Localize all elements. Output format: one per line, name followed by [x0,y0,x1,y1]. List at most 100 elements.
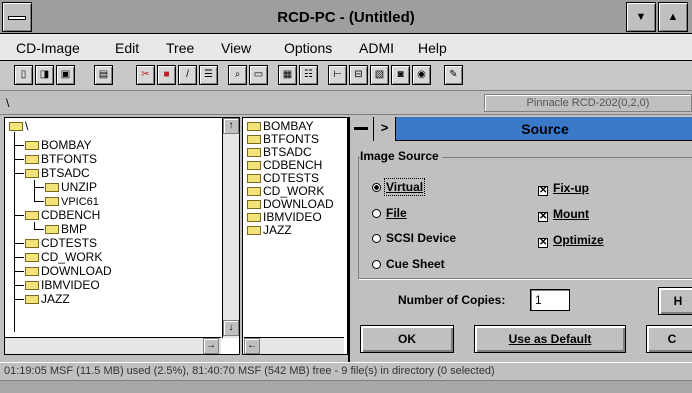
tree-item-jazz[interactable]: JAZZ [25,292,70,306]
tree-view-icon[interactable]: ⊢ [328,65,347,85]
folder-icon [247,135,261,144]
dialog-title: Source [521,121,569,137]
tree-root[interactable]: \ [9,119,28,133]
radio-virtual[interactable]: Virtual [372,178,426,196]
image-source-label: Image Source [360,149,442,163]
write-icon[interactable]: ✎ [444,65,463,85]
maximize-button[interactable]: ▲ [658,2,688,32]
copy-icon[interactable]: ■ [157,65,176,85]
scroll-up-arrow-icon[interactable]: ↑ [223,118,239,134]
folder-icon [45,197,59,206]
open-folder-icon [25,169,39,178]
tree-item-unzip[interactable]: UNZIP [45,180,97,194]
bottom-strip [0,380,692,393]
save-icon[interactable]: ▣ [56,65,75,85]
menu-edit[interactable]: Edit [115,40,139,56]
checkbox-checked-icon: ✕ [538,237,548,248]
toolbar: ▯ ◨ ▣ ▤ ✂ ■ / ☰ ⌕ ▭ ▦ ☷ ⊢ ⊟ ▧ ◙ ◉ ✎ [0,61,692,91]
file-list-horizontal-scrollbar[interactable]: ← [244,337,344,354]
folder-icon [247,161,261,170]
dialog-arrow-icon[interactable]: > [374,117,396,141]
cut-icon[interactable]: ✂ [136,65,155,85]
new-icon[interactable]: ▯ [14,65,33,85]
status-bar: 01:19:05 MSF (11.5 MB) used (2.5%), 81:4… [0,362,692,380]
find-icon[interactable]: ⌕ [228,65,247,85]
checkbox-fix-up[interactable]: ✕ Fix-up [538,181,589,196]
checkbox-checked-icon: ✕ [538,185,548,196]
scroll-left-arrow-icon[interactable]: ← [244,338,260,354]
scroll-down-arrow-icon[interactable]: ↓ [223,320,239,336]
copies-label: Number of Copies: [398,293,506,307]
edit-icon[interactable]: / [178,65,197,85]
folder-icon [247,148,261,157]
menu-tree[interactable]: Tree [166,40,194,56]
folder-icon [25,155,39,164]
folder-icon [25,281,39,290]
menu-options[interactable]: Options [284,40,332,56]
details-icon[interactable]: ☷ [299,65,318,85]
menu-help[interactable]: Help [418,40,447,56]
drive-icon[interactable]: ▭ [249,65,268,85]
radio-checked-icon [372,183,381,192]
tree-item-bombay[interactable]: BOMBAY [25,138,91,152]
current-path: \ [6,96,10,110]
open-icon[interactable]: ◨ [35,65,54,85]
tree-horizontal-scrollbar[interactable]: → [5,337,221,354]
tree-item-vpic61[interactable]: VPIC61 [45,194,99,208]
tree-item-ibmvideo[interactable]: IBMVIDEO [25,278,100,292]
checkbox-checked-icon: ✕ [538,211,548,222]
open-folder-icon [9,122,23,131]
tree-item-cdbench[interactable]: CDBENCH [25,208,100,222]
folder-icon [247,200,261,209]
folder-icon [25,239,39,248]
radio-unchecked-icon [372,209,381,218]
menu-view[interactable]: View [221,40,251,56]
folder-icon [45,225,59,234]
dialog-system-menu-button[interactable] [350,117,374,141]
menu-cd-image[interactable]: CD-Image [16,40,80,56]
disc-icon[interactable]: ◉ [412,65,431,85]
help-button[interactable]: H [658,287,692,315]
minimize-button[interactable]: ▼ [626,2,656,32]
folder-icon [247,226,261,235]
tree-item-btfonts[interactable]: BTFONTS [25,152,97,166]
file-item[interactable]: JAZZ [247,224,292,237]
ok-button[interactable]: OK [360,325,454,353]
cancel-button[interactable]: C [646,325,692,353]
source-dialog: > Source Image Source Virtual File SCSI … [348,117,692,364]
folder-icon [45,183,59,192]
tree-item-download[interactable]: DOWNLOAD [25,264,112,278]
tree-item-btsadc[interactable]: BTSADC [25,166,90,180]
menu-admi[interactable]: ADMI [359,40,394,56]
large-icons-icon[interactable]: ▦ [278,65,297,85]
tree-vertical-scrollbar[interactable]: ↑ ↓ [222,118,239,338]
record-icon[interactable]: ◙ [391,65,410,85]
checkbox-mount[interactable]: ✕ Mount [538,207,589,222]
display-icon[interactable]: ▤ [94,65,113,85]
folder-icon [247,187,261,196]
directory-tree[interactable]: \ BOMBAY BTFONTS BTSADC UNZIP VPIC61 CDB… [4,117,240,355]
radio-scsi-device[interactable]: SCSI Device [372,231,456,245]
tree-item-cd-work[interactable]: CD_WORK [25,250,102,264]
menu-bar: CD-Image Edit Tree View Options ADMI Hel… [0,34,692,61]
list-icon[interactable]: ☰ [199,65,218,85]
scroll-right-arrow-icon[interactable]: → [203,338,219,354]
split-view-icon[interactable]: ⊟ [349,65,368,85]
folder-icon [25,295,39,304]
copies-input[interactable]: 1 [530,289,570,311]
path-bar: \ Pinnacle RCD-202(0,2,0) [0,91,692,115]
folder-icon [247,122,261,131]
tree-item-cdtests[interactable]: CDTESTS [25,236,97,250]
file-list[interactable]: BOMBAY BTFONTS BTSADC CDBENCH CDTESTS CD… [242,117,348,355]
radio-cue-sheet[interactable]: Cue Sheet [372,257,445,271]
radio-unchecked-icon [372,260,381,269]
dialog-system-menu-icon [354,127,368,130]
folder-icon [247,174,261,183]
checkbox-optimize[interactable]: ✕ Optimize [538,233,604,248]
radio-file[interactable]: File [372,206,407,220]
tree-item-bmp[interactable]: BMP [45,222,87,236]
properties-icon[interactable]: ▧ [370,65,389,85]
use-as-default-button[interactable]: Use as Default [474,325,626,353]
folder-icon [25,267,39,276]
title-bar: RCD-PC - (Untitled) ▼ ▲ [0,0,692,34]
